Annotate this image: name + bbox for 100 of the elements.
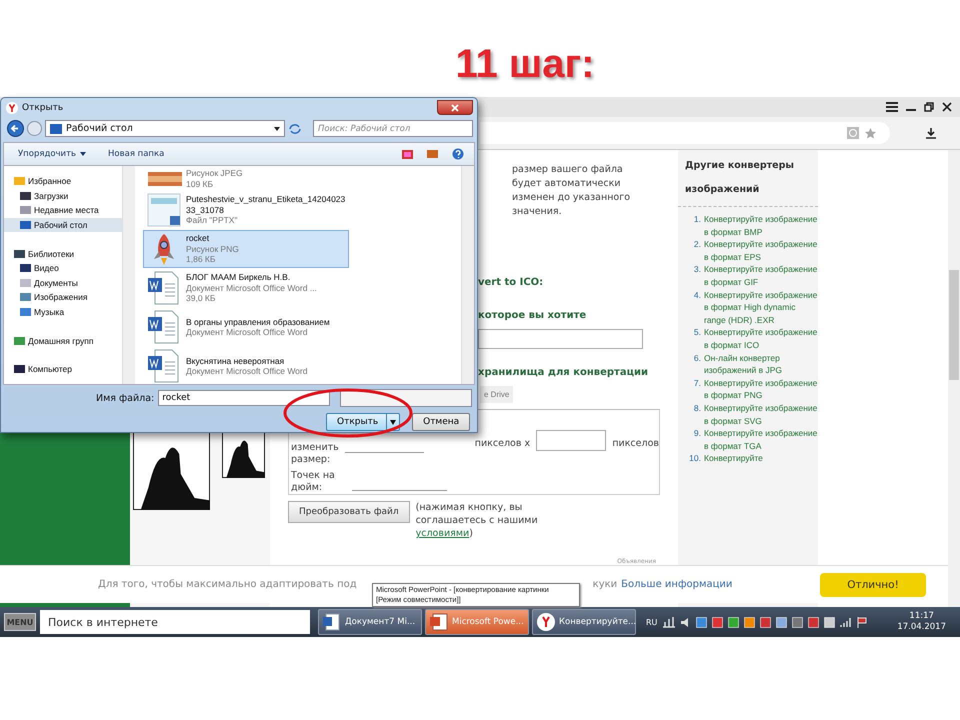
restore-icon[interactable]	[924, 102, 934, 112]
input-field[interactable]	[478, 329, 643, 349]
converter-link[interactable]: Конвертируйте	[704, 452, 763, 465]
search-field[interactable]: Поиск в интернете	[40, 610, 310, 634]
tray-icon[interactable]	[808, 616, 820, 628]
accept-button[interactable]: Отлично!	[820, 572, 926, 596]
menu-icon[interactable]	[886, 102, 898, 112]
refresh-icon[interactable]	[288, 122, 302, 134]
file-thumbnail-icon	[146, 192, 182, 228]
open-button[interactable]: Открыть	[326, 413, 400, 431]
converter-link[interactable]: Он-лайн конвертер изображений в JPG	[704, 352, 818, 377]
file-item[interactable]: Рисунок JPEG 109 КБ	[143, 167, 349, 190]
taskbar-button[interactable]: Документ7 Mi...	[318, 609, 422, 635]
folder-icon	[20, 278, 31, 288]
file-item[interactable]: В органы управления образованием Документ Microsoft Office Word	[143, 308, 349, 346]
converter-link[interactable]: Конвертируйте изображение в формат EPS	[704, 238, 818, 264]
flag-icon[interactable]	[857, 616, 868, 628]
star-icon[interactable]	[865, 128, 876, 138]
file-size: 39,0 КБ	[186, 293, 216, 304]
file-item[interactable]: Puteshestvie_v_stranu_Etiketa_1420402333_31078 Файл "PPTX"	[143, 191, 349, 229]
nav-item[interactable]: Домашняя групп	[4, 333, 122, 348]
network-icon[interactable]	[662, 616, 676, 628]
scrollbar[interactable]	[122, 166, 135, 384]
drive-button[interactable]: e Drive	[480, 386, 514, 403]
file-name: rocket	[186, 233, 210, 244]
file-item[interactable]: rocket Рисунок PNG 1,86 КБ	[143, 230, 349, 268]
tray-icon[interactable]	[824, 616, 836, 628]
tray-icon[interactable]	[792, 616, 804, 628]
nav-item[interactable]: Изображения	[4, 290, 122, 305]
file-item[interactable]: Вкуснятина невероятная Документ Microsoft Office Word	[143, 347, 349, 384]
nav-item[interactable]: Компьютер	[4, 362, 122, 377]
app-icon	[430, 613, 448, 631]
file-thumbnail-icon	[146, 172, 182, 186]
nav-item[interactable]: Документы	[4, 276, 122, 290]
converter-link[interactable]: Конвертируйте изображение в формат SVG	[704, 402, 818, 428]
nav-item[interactable]: Рабочий стол	[4, 218, 122, 232]
search-field[interactable]: Поиск: Рабочий стол	[313, 120, 473, 137]
nav-item[interactable]: Музыка	[4, 304, 122, 320]
folder-icon	[14, 248, 25, 259]
location-field[interactable]: Рабочий стол	[45, 120, 285, 137]
close-icon[interactable]	[942, 102, 952, 112]
tray-icon[interactable]	[744, 616, 756, 628]
nav-item[interactable]: Недавние места	[4, 203, 122, 218]
convert-button[interactable]: Преобразовать файл	[288, 501, 410, 523]
filename-field[interactable]: rocket	[158, 390, 330, 406]
file-type-dropdown[interactable]	[340, 389, 472, 407]
nav-item[interactable]: Видео	[4, 260, 122, 276]
menu-button[interactable]: MENU	[4, 613, 36, 631]
file-name: БЛОГ МААМ Биркель Н.В.	[186, 272, 292, 283]
close-button[interactable]	[437, 100, 473, 115]
file-type: Рисунок JPEG	[186, 168, 244, 178]
signal-icon[interactable]	[840, 617, 852, 627]
converter-link[interactable]: Конвертируйте изображение в формат ICO	[704, 326, 818, 352]
converter-link[interactable]: Конвертируйте изображение в формат GIF	[704, 263, 818, 289]
input-field[interactable]	[536, 430, 606, 451]
list-number: 1.	[692, 213, 702, 226]
app-icon	[323, 613, 341, 631]
field-label: Точек на дюйм:	[291, 470, 336, 494]
tray-icon[interactable]	[728, 616, 740, 628]
file-type: Файл "PPTX"	[186, 215, 238, 226]
terms-link[interactable]: условиями	[416, 528, 470, 539]
dialog-title: Открыть	[22, 102, 64, 112]
new-folder-button[interactable]: Новая папка	[108, 149, 164, 159]
nav-item[interactable]: Загрузки	[4, 188, 122, 204]
file-type: Документ Microsoft Office Word ...	[186, 282, 318, 294]
list-number: 9.	[692, 427, 702, 440]
view-icon[interactable]	[402, 150, 413, 158]
help-icon[interactable]	[452, 148, 464, 160]
converter-link[interactable]: Конвертируйте изображение в формат TGA	[704, 427, 818, 452]
taskbar-button[interactable]: Конвертируйте...	[532, 609, 636, 635]
caret-icon	[390, 420, 396, 424]
list-number: 4.	[692, 288, 702, 302]
converter-link[interactable]: Конвертируйте изображение в формат High dynamic range (HDR) .EXR	[704, 288, 818, 326]
field-label: Имя файла:	[96, 392, 154, 404]
download-icon[interactable]	[926, 128, 936, 138]
converter-link[interactable]: Конвертируйте изображение в формат BMP	[704, 213, 818, 238]
folder-icon	[20, 190, 31, 201]
tray-icon[interactable]	[760, 616, 772, 628]
converter-link[interactable]: Конвертируйте изображение в формат PNG	[704, 376, 818, 402]
nav-item[interactable]: Библиотеки	[4, 246, 122, 261]
back-icon[interactable]	[7, 120, 24, 137]
folder-icon	[20, 292, 31, 302]
file-item[interactable]: БЛОГ МААМ Биркель Н.В. Документ Microsoft Office Word ... 39,0 КБ	[143, 269, 349, 307]
scrollbar[interactable]	[461, 166, 474, 384]
tray-icon[interactable]	[712, 616, 724, 628]
file-size: 109 КБ	[186, 178, 214, 189]
address-field[interactable]	[480, 122, 890, 144]
tray-icon[interactable]	[696, 616, 708, 628]
list-number: 6.	[692, 352, 702, 365]
list-number: 7.	[692, 376, 702, 390]
body-text: размер вашего файла будет автоматически изменен до указанного значения.	[512, 163, 632, 219]
organize-menu[interactable]: Упорядочить	[18, 149, 86, 159]
scrollbar[interactable]	[948, 150, 960, 607]
silhouette-image	[222, 430, 265, 478]
cancel-button[interactable]: Отмена	[412, 413, 470, 431]
language-indicator[interactable]: RU	[646, 618, 658, 626]
more-info-link[interactable]: Больше информации	[621, 579, 732, 590]
nav-item[interactable]: Избранное	[4, 174, 122, 189]
tray-icon[interactable]	[776, 616, 788, 628]
folder-icon	[20, 263, 31, 274]
